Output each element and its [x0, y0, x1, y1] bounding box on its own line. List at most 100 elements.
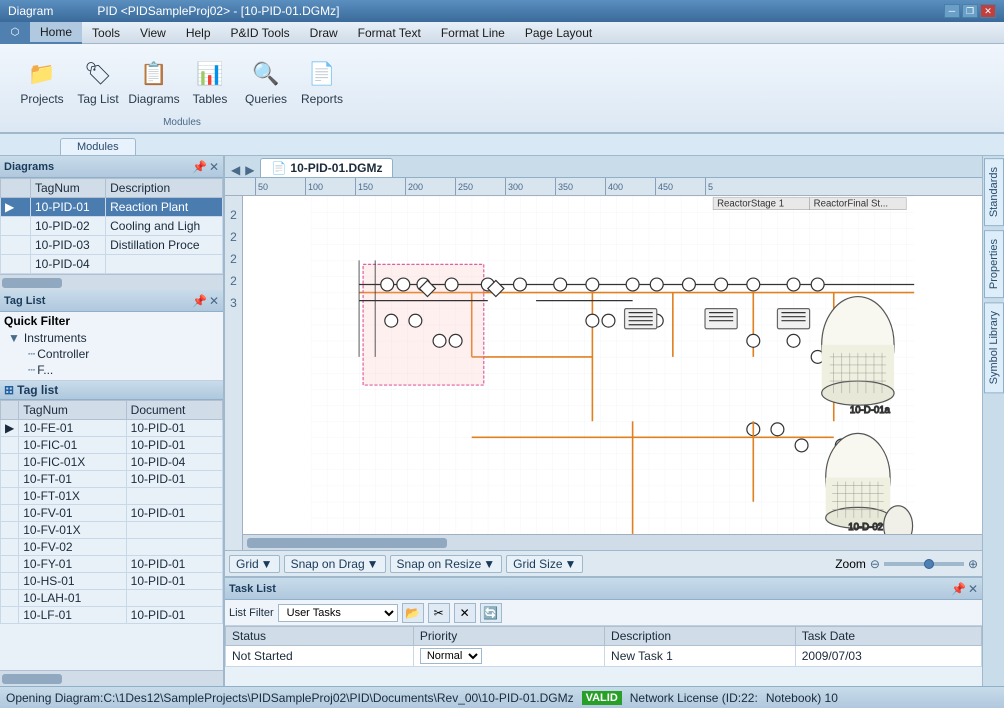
canvas-area[interactable]: 50 100 150 200 250 300 350 400 450 5 2 2…	[225, 178, 982, 550]
tag-num-cell[interactable]: 10-FIC-01X	[19, 454, 126, 471]
scrollbar-thumb[interactable]	[2, 278, 62, 288]
tag-num-cell[interactable]: 10-FT-01X	[19, 488, 126, 505]
side-tab-standards[interactable]: Standards	[984, 158, 1004, 226]
table-row[interactable]: 10-FV-01X	[1, 522, 223, 539]
window-title: PID <PIDSampleProj02> - [10-PID-01.DGMz]	[97, 4, 339, 18]
ribbon-projects[interactable]: 📁 Projects	[16, 49, 68, 115]
menu-tools[interactable]: Tools	[82, 22, 130, 44]
doc-tabs: ◀ ▶ 📄 10-PID-01.DGMz	[225, 156, 982, 178]
grid-size-button[interactable]: Grid Size ▼	[506, 555, 583, 573]
tag-num-cell[interactable]: 10-FV-01	[19, 505, 126, 522]
row-indicator	[1, 471, 19, 488]
ribbon-diagrams[interactable]: 📋 Diagrams	[128, 49, 180, 115]
tag-list-close-icon[interactable]: ✕	[209, 294, 219, 308]
table-row[interactable]: 10-LF-01 10-PID-01	[1, 607, 223, 624]
row-indicator	[1, 488, 19, 505]
table-row[interactable]: 10-PID-03 Distillation Proce	[1, 236, 223, 255]
zoom-slider[interactable]	[884, 562, 964, 566]
menu-home[interactable]: Home	[30, 22, 82, 44]
table-row[interactable]: 10-FT-01 10-PID-01	[1, 471, 223, 488]
diagram-tagnum[interactable]: 10-PID-04	[31, 255, 106, 274]
tag-list-scrollbar[interactable]	[0, 670, 223, 686]
tree-item-more[interactable]: ┄ F...	[4, 362, 219, 378]
grid-size-label: Grid Size	[513, 557, 562, 571]
doc-tab-active[interactable]: 📄 10-PID-01.DGMz	[260, 158, 393, 177]
canvas-content[interactable]: ReactorStage 1 ReactorFinal St...	[243, 196, 982, 550]
table-row[interactable]: 10-FIC-01X 10-PID-04	[1, 454, 223, 471]
table-row[interactable]: 10-LAH-01	[1, 590, 223, 607]
priority-select[interactable]: Normal High Low	[420, 648, 482, 664]
menu-page-layout[interactable]: Page Layout	[515, 22, 602, 44]
tag-num-cell[interactable]: 10-FV-01X	[19, 522, 126, 539]
ribbon-tables[interactable]: 📊 Tables	[184, 49, 236, 115]
tag-num-cell[interactable]: 10-HS-01	[19, 573, 126, 590]
table-row[interactable]: 10-FIC-01 10-PID-01	[1, 437, 223, 454]
modules-tab-item[interactable]: Modules	[60, 138, 136, 155]
diagrams-close-icon[interactable]: ✕	[209, 160, 219, 174]
diagram-tagnum[interactable]: 10-PID-02	[31, 217, 106, 236]
canvas-scrollbar-horizontal[interactable]	[243, 534, 982, 550]
tree-item-instruments[interactable]: ▼ Instruments	[4, 330, 219, 346]
diagram-tagnum[interactable]: 10-PID-03	[31, 236, 106, 255]
tag-num-cell[interactable]: 10-FV-02	[19, 539, 126, 556]
menu-pid-tools[interactable]: P&ID Tools	[221, 22, 300, 44]
zoom-plus-icon[interactable]: ⊕	[968, 557, 978, 571]
table-row[interactable]: 10-PID-04	[1, 255, 223, 274]
ribbon-tag-list[interactable]: 🏷 Tag List	[72, 49, 124, 115]
task-list-header: Task List 📌 ✕	[225, 578, 982, 600]
svg-text:10-D-02: 10-D-02	[848, 522, 883, 533]
tag-num-cell[interactable]: 10-FE-01	[19, 420, 126, 437]
tag-num-cell[interactable]: 10-LF-01	[19, 607, 126, 624]
task-priority[interactable]: Normal High Low	[413, 646, 604, 667]
tag-num-cell[interactable]: 10-FT-01	[19, 471, 126, 488]
tag-col-tagnum: TagNum	[19, 401, 126, 420]
table-row[interactable]: 10-FV-02	[1, 539, 223, 556]
diagram-tagnum[interactable]: 10-PID-01	[31, 198, 106, 217]
diagrams-scrollbar[interactable]	[0, 274, 223, 290]
table-row[interactable]: 10-FY-01 10-PID-01	[1, 556, 223, 573]
table-row[interactable]: ▶ 10-PID-01 Reaction Plant	[1, 198, 223, 217]
diagrams-pin-icon[interactable]: 📌	[192, 160, 207, 174]
task-btn-1[interactable]: 📂	[402, 603, 424, 623]
close-button[interactable]: ✕	[980, 4, 996, 18]
menu-format-line[interactable]: Format Line	[431, 22, 515, 44]
table-row[interactable]: 10-FV-01 10-PID-01	[1, 505, 223, 522]
snap-resize-button[interactable]: Snap on Resize ▼	[390, 555, 503, 573]
ribbon-reports[interactable]: 📄 Reports	[296, 49, 348, 115]
tag-num-cell[interactable]: 10-LAH-01	[19, 590, 126, 607]
minimize-button[interactable]: ─	[944, 4, 960, 18]
restore-button[interactable]: ❐	[962, 4, 978, 18]
table-row[interactable]: 10-FT-01X	[1, 488, 223, 505]
task-row[interactable]: Not Started Normal High Low New Task 1 2…	[226, 646, 982, 667]
side-tab-properties[interactable]: Properties	[984, 230, 1004, 298]
ruler-tick: 300	[505, 178, 555, 195]
menu-help[interactable]: Help	[176, 22, 221, 44]
menu-view[interactable]: View	[130, 22, 176, 44]
tree-item-controller[interactable]: ┄ Controller	[4, 346, 219, 362]
tag-scrollbar-thumb[interactable]	[2, 674, 62, 684]
task-btn-4[interactable]: 🔄	[480, 603, 502, 623]
task-btn-3[interactable]: ✕	[454, 603, 476, 623]
task-pin-icon[interactable]: 📌	[951, 582, 966, 596]
h-scrollbar-thumb[interactable]	[247, 538, 447, 548]
menu-draw[interactable]: Draw	[300, 22, 348, 44]
task-filter-select[interactable]: User Tasks	[278, 604, 398, 622]
task-close-icon[interactable]: ✕	[968, 582, 978, 596]
task-btn-2[interactable]: ✂	[428, 603, 450, 623]
left-panel: Diagrams 📌 ✕ TagNum Description ▶	[0, 156, 225, 686]
table-row[interactable]: ▶ 10-FE-01 10-PID-01	[1, 420, 223, 437]
tab-prev-arrow[interactable]: ◀	[229, 163, 242, 177]
tab-next-arrow[interactable]: ▶	[243, 163, 256, 177]
tag-num-cell[interactable]: 10-FIC-01	[19, 437, 126, 454]
grid-button[interactable]: Grid ▼	[229, 555, 280, 573]
tag-list-pin-icon[interactable]: 📌	[192, 294, 207, 308]
snap-drag-button[interactable]: Snap on Drag ▼	[284, 555, 386, 573]
ribbon-queries[interactable]: 🔍 Queries	[240, 49, 292, 115]
menu-format-text[interactable]: Format Text	[348, 22, 431, 44]
table-row[interactable]: 10-PID-02 Cooling and Ligh	[1, 217, 223, 236]
zoom-minus-icon[interactable]: ⊖	[870, 557, 880, 571]
table-row[interactable]: 10-HS-01 10-PID-01	[1, 573, 223, 590]
title-bar-controls: ─ ❐ ✕	[944, 4, 996, 18]
tag-num-cell[interactable]: 10-FY-01	[19, 556, 126, 573]
side-tab-symbol-library[interactable]: Symbol Library	[984, 302, 1004, 393]
